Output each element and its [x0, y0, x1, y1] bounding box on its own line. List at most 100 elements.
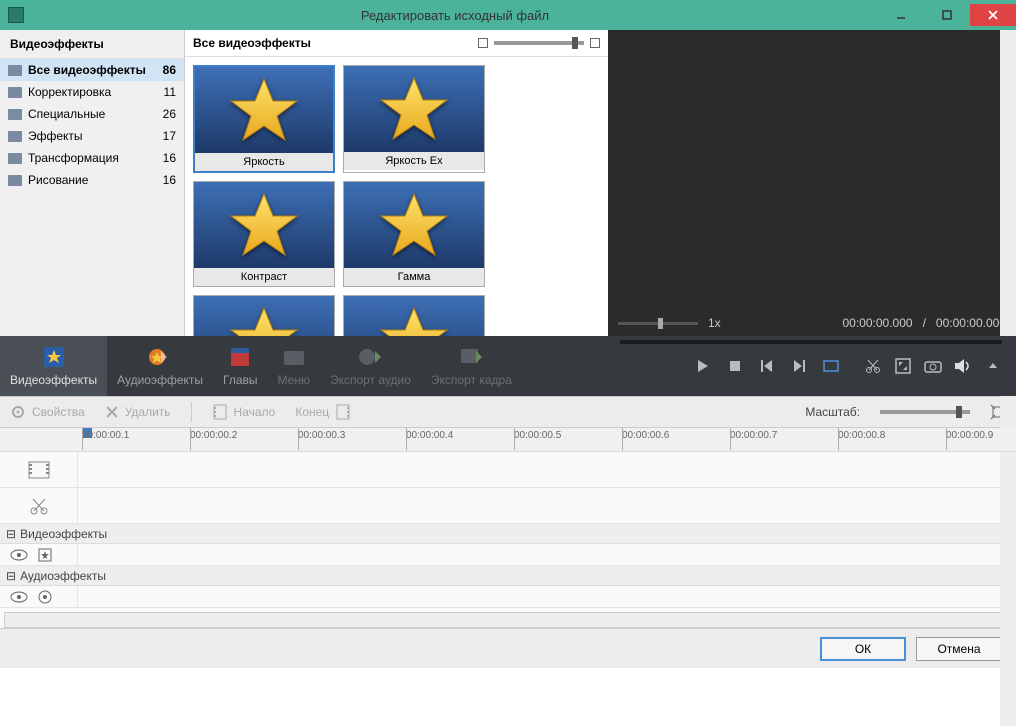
delete-button[interactable]: Удалить	[105, 405, 171, 419]
eye-icon[interactable]	[10, 548, 28, 562]
effect-card[interactable]	[193, 295, 335, 336]
effect-thumb	[194, 182, 334, 268]
category-item[interactable]: Рисование 16	[0, 169, 184, 191]
scissors-icon	[0, 488, 78, 523]
ruler-tick: 00:00:00.2	[190, 428, 298, 451]
tab-menu-label: Меню	[278, 373, 310, 387]
maximize-button[interactable]	[924, 4, 970, 26]
delete-label: Удалить	[125, 405, 171, 419]
dark-toolbar: Видеоэффекты Аудиоэффекты Главы Меню Экс…	[0, 336, 1016, 396]
category-item[interactable]: Специальные 26	[0, 103, 184, 125]
effect-label: Яркость	[195, 153, 333, 171]
thumb-size-small-icon[interactable]	[478, 38, 488, 48]
tab-export-frame[interactable]: Экспорт кадра	[421, 336, 522, 396]
tab-audio-effects[interactable]: Аудиоэффекты	[107, 336, 213, 396]
effect-card[interactable]: Яркость Ex	[343, 65, 485, 173]
minimize-button[interactable]	[878, 4, 924, 26]
star-track-icon[interactable]	[38, 548, 52, 562]
ok-button[interactable]: ОК	[820, 637, 906, 661]
volume-icon[interactable]	[954, 357, 972, 375]
ruler-tick: 00:00:00.9	[946, 428, 1016, 451]
prev-frame-button[interactable]	[758, 357, 776, 375]
video-effects-track[interactable]	[0, 544, 1016, 566]
category-name: Рисование	[28, 173, 163, 187]
category-item[interactable]: Корректировка 11	[0, 81, 184, 103]
effects-header: Все видеоэффекты	[193, 36, 311, 50]
video-track[interactable]	[0, 452, 1016, 488]
sound-track-icon[interactable]	[38, 590, 52, 604]
thumb-size-slider[interactable]	[494, 41, 584, 45]
timeline-ruler[interactable]: 00:00:00.100:00:00.200:00:00.300:00:00.4…	[0, 428, 1016, 452]
end-marker-button[interactable]: Конец	[295, 403, 351, 421]
time-current: 00:00:00.000	[843, 316, 913, 330]
folder-icon	[8, 131, 22, 142]
speed-slider[interactable]	[618, 322, 698, 325]
progress-bar[interactable]	[620, 340, 1002, 344]
filmstrip-icon	[0, 452, 78, 487]
app-icon	[8, 7, 24, 23]
effect-label: Гамма	[344, 268, 484, 286]
effect-label: Яркость Ex	[344, 152, 484, 170]
play-button[interactable]	[694, 357, 712, 375]
audio-effects-track-header[interactable]: ⊟ Аудиоэффекты	[0, 566, 1016, 586]
tab-video-effects[interactable]: Видеоэффекты	[0, 336, 107, 396]
effects-pane: Все видеоэффекты Яркость Яркость Ex Конт…	[185, 30, 608, 336]
export-audio-icon	[357, 345, 383, 369]
stop-button[interactable]	[726, 357, 744, 375]
menu-icon	[281, 345, 307, 369]
ruler-tick: 00:00:00.7	[730, 428, 838, 451]
audio-effects-icon	[147, 345, 173, 369]
category-name: Трансформация	[28, 151, 163, 165]
snapshot-icon[interactable]	[924, 357, 942, 375]
audio-effects-track[interactable]	[0, 586, 1016, 608]
properties-button[interactable]: Свойства	[10, 404, 85, 420]
audio-effects-track-label: Аудиоэффекты	[20, 569, 106, 583]
fullscreen-icon[interactable]	[894, 357, 912, 375]
preview-video	[608, 30, 1016, 310]
effect-card[interactable]: Яркость	[193, 65, 335, 173]
loop-button[interactable]	[822, 357, 840, 375]
collapse-icon[interactable]: ⊟	[6, 527, 16, 541]
category-item[interactable]: Все видеоэффекты 86	[0, 59, 184, 81]
effect-card[interactable]: Контраст	[193, 181, 335, 287]
export-frame-icon	[458, 345, 484, 369]
light-toolbar: Свойства Удалить Начало Конец Масштаб:	[0, 396, 1016, 428]
start-marker-icon	[212, 403, 228, 421]
eye-icon[interactable]	[10, 590, 28, 604]
cut-icon[interactable]	[864, 357, 882, 375]
tab-chapters[interactable]: Главы	[213, 336, 268, 396]
cancel-button[interactable]: Отмена	[916, 637, 1002, 661]
category-count: 26	[163, 107, 176, 121]
tab-chapters-label: Главы	[223, 373, 258, 387]
collapse-icon[interactable]: ⊟	[6, 569, 16, 583]
x-icon	[105, 405, 119, 419]
category-count: 17	[163, 129, 176, 143]
volume-up-arrow-icon[interactable]	[984, 357, 1002, 375]
effect-card[interactable]: Гамма	[343, 181, 485, 287]
thumb-size-large-icon[interactable]	[590, 38, 600, 48]
gear-icon	[10, 404, 26, 420]
effects-header-row: Все видеоэффекты	[185, 30, 608, 57]
ruler-tick: 00:00:00.5	[514, 428, 622, 451]
category-pane: Видеоэффекты Все видеоэффекты 86 Коррект…	[0, 30, 185, 336]
speed-label: 1x	[708, 316, 721, 330]
effect-card[interactable]	[343, 295, 485, 336]
timeline-scrollbar[interactable]	[4, 612, 1012, 628]
chapters-icon	[227, 345, 253, 369]
cut-track[interactable]	[0, 488, 1016, 524]
next-frame-button[interactable]	[790, 357, 808, 375]
tab-export-audio[interactable]: Экспорт аудио	[320, 336, 421, 396]
zoom-slider[interactable]	[880, 410, 970, 414]
category-item[interactable]: Эффекты 17	[0, 125, 184, 147]
category-count: 16	[163, 173, 176, 187]
category-count: 16	[163, 151, 176, 165]
start-marker-button[interactable]: Начало	[212, 403, 276, 421]
effect-thumb	[344, 182, 484, 268]
effect-thumb	[344, 66, 484, 152]
category-name: Эффекты	[28, 129, 163, 143]
tab-menu[interactable]: Меню	[268, 336, 320, 396]
close-button[interactable]	[970, 4, 1016, 26]
video-effects-track-header[interactable]: ⊟ Видеоэффекты	[0, 524, 1016, 544]
category-count: 86	[163, 63, 176, 77]
category-item[interactable]: Трансформация 16	[0, 147, 184, 169]
